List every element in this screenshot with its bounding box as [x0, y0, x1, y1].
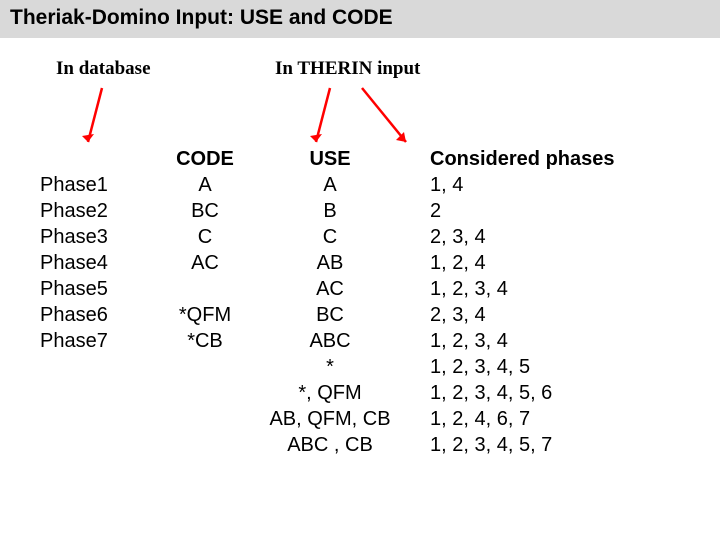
considered-row: 1, 2, 3, 4, 5, 6 [430, 380, 615, 406]
use-row: B [265, 198, 395, 224]
phase-row: Phase4 [40, 250, 108, 276]
slide-title-bar: Theriak-Domino Input: USE and CODE [0, 0, 720, 38]
use-row: * [265, 354, 395, 380]
header-database: In database [56, 58, 151, 80]
phase-row: Phase1 [40, 172, 108, 198]
use-row: *, QFM [265, 380, 395, 406]
phase-row: Phase7 [40, 328, 108, 354]
considered-row: 1, 2, 3, 4, 5, 7 [430, 432, 615, 458]
considered-row: 2 [430, 198, 615, 224]
use-row: BC [265, 302, 395, 328]
content-area: In database In THERIN input Phase1 Phase… [0, 38, 720, 46]
column-phase: Phase1 Phase2 Phase3 Phase4 Phase5 Phase… [40, 146, 108, 354]
phase-row: Phase2 [40, 198, 108, 224]
phase-header-blank [40, 146, 108, 172]
code-row: AC [170, 250, 240, 276]
phase-row: Phase6 [40, 302, 108, 328]
code-row: A [170, 172, 240, 198]
considered-row: 1, 2, 4 [430, 250, 615, 276]
considered-row: 1, 2, 3, 4 [430, 276, 615, 302]
column-use: USE A B C AB AC BC ABC * *, QFM AB, QFM,… [265, 146, 395, 458]
considered-header: Considered phases [430, 146, 615, 172]
considered-row: 1, 2, 3, 4 [430, 328, 615, 354]
phase-row: Phase3 [40, 224, 108, 250]
code-row: *QFM [170, 302, 240, 328]
considered-row: 2, 3, 4 [430, 302, 615, 328]
code-row: BC [170, 198, 240, 224]
slide-title: Theriak-Domino Input: USE and CODE [10, 6, 393, 29]
column-considered: Considered phases 1, 4 2 2, 3, 4 1, 2, 4… [430, 146, 615, 458]
use-row: A [265, 172, 395, 198]
considered-row: 2, 3, 4 [430, 224, 615, 250]
column-code: CODE A BC C AC *QFM *CB [170, 146, 240, 354]
code-header: CODE [170, 146, 240, 172]
code-row: C [170, 224, 240, 250]
use-row: C [265, 224, 395, 250]
phase-row: Phase5 [40, 276, 108, 302]
use-row: AB [265, 250, 395, 276]
considered-row: 1, 4 [430, 172, 615, 198]
use-row: ABC , CB [265, 432, 395, 458]
header-therin: In THERIN input [275, 58, 420, 80]
use-header: USE [265, 146, 395, 172]
use-row: ABC [265, 328, 395, 354]
considered-row: 1, 2, 3, 4, 5 [430, 354, 615, 380]
code-row: *CB [170, 328, 240, 354]
use-row: AC [265, 276, 395, 302]
code-row [170, 276, 240, 302]
considered-row: 1, 2, 4, 6, 7 [430, 406, 615, 432]
use-row: AB, QFM, CB [265, 406, 395, 432]
